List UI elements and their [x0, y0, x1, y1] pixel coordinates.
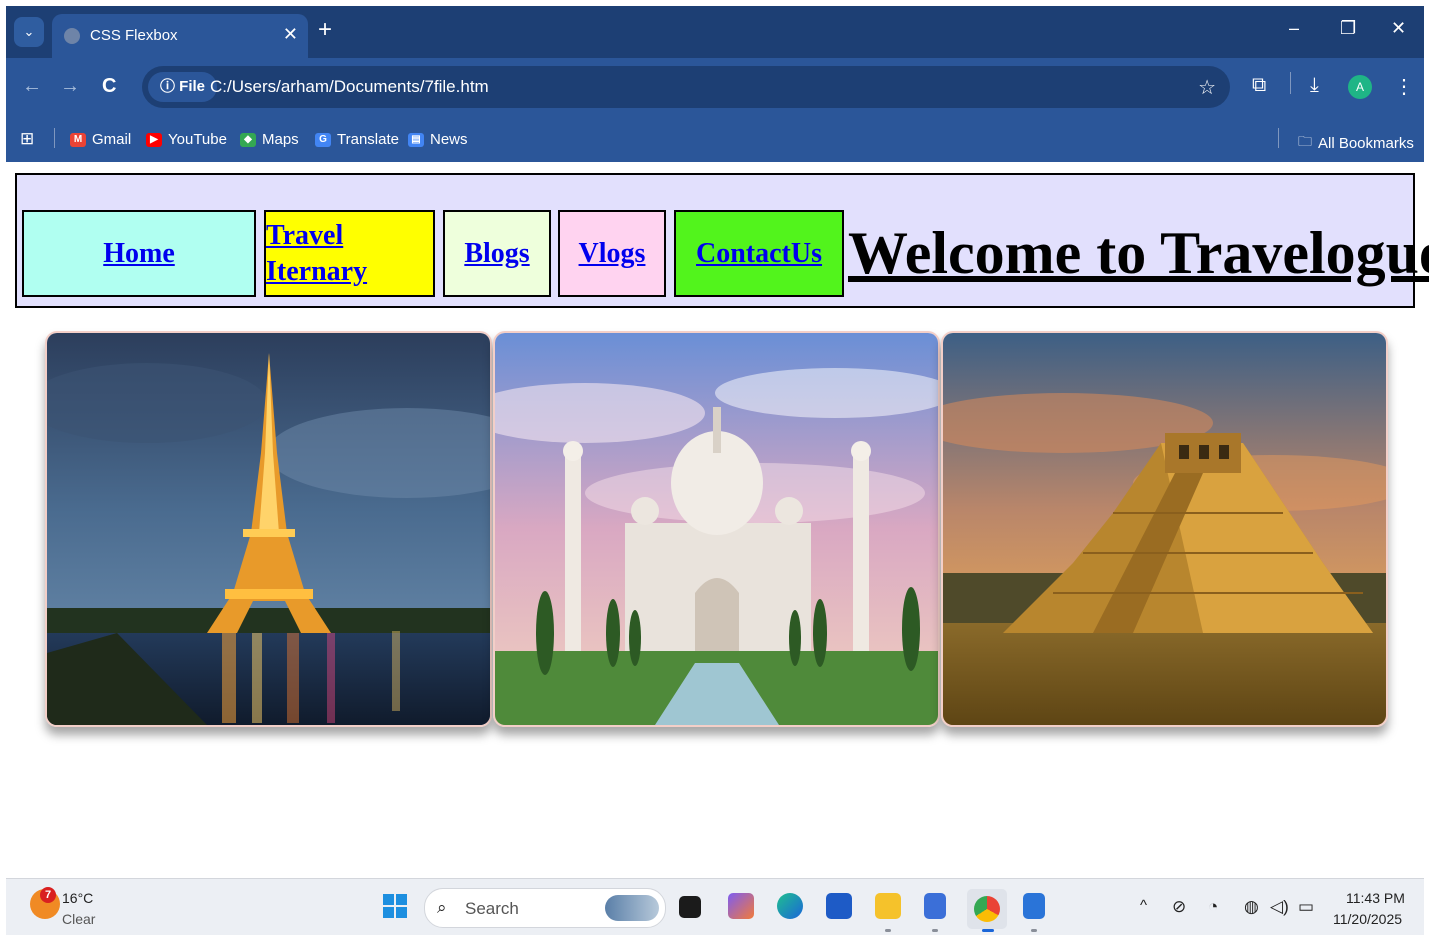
active-tab[interactable]: CSS Flexbox ✕: [52, 14, 308, 58]
nav-travel-itinerary[interactable]: Travel Iternary: [264, 210, 435, 297]
app-running-indicator: [885, 929, 891, 932]
browser-toolbar: ← → C ⓘ File C:/Users/arham/Documents/7f…: [6, 58, 1424, 116]
nav-blogs-link[interactable]: Blogs: [464, 238, 529, 270]
store-icon[interactable]: [826, 893, 852, 919]
taj-mahal-image: [495, 333, 938, 725]
page-title: Welcome to Travelogue!!: [848, 220, 1429, 286]
bookmarks-bar: ⊞ M Gmail ▶ YouTube ◆ Maps G Translate ▤ News 🗀 A…: [6, 116, 1424, 162]
nav-home-link[interactable]: Home: [103, 238, 175, 270]
sync-off-icon[interactable]: ⊘: [1172, 897, 1186, 917]
eiffel-tower-image: [47, 333, 490, 725]
battery-icon[interactable]: ▭: [1298, 897, 1314, 917]
restore-button[interactable]: ❐: [1340, 18, 1356, 39]
site-info-chip[interactable]: ⓘ File: [148, 72, 218, 102]
news-icon: ▤: [408, 132, 424, 147]
copilot-icon[interactable]: [728, 893, 754, 919]
extensions-icon[interactable]: ⧉: [1252, 74, 1266, 97]
bookmark-gmail[interactable]: M Gmail: [70, 131, 131, 148]
forward-button[interactable]: →: [60, 76, 80, 96]
bookmarks-divider: [54, 128, 55, 148]
search-highlight-image: [605, 895, 659, 921]
download-icon[interactable]: ⤓: [1310, 74, 1319, 97]
all-bookmarks-button[interactable]: 🗀 All Bookmarks: [1298, 131, 1414, 155]
bookmark-translate[interactable]: G Translate: [315, 131, 399, 148]
nav-vlogs-link[interactable]: Vlogs: [579, 238, 646, 270]
all-bookmarks-label: All Bookmarks: [1318, 134, 1414, 152]
taj-mahal-card: [493, 331, 940, 727]
address-bar[interactable]: ⓘ File C:/Users/arham/Documents/7file.ht…: [142, 66, 1230, 108]
nav-travel-link[interactable]: Travel Iternary: [266, 218, 406, 290]
app-active-indicator: [982, 929, 994, 932]
app-running-indicator: [932, 929, 938, 932]
back-button[interactable]: ←: [22, 76, 42, 96]
globe-icon: [64, 28, 80, 44]
apps-grid-icon[interactable]: ⊞: [20, 129, 34, 149]
tab-title: CSS Flexbox: [90, 27, 178, 44]
maps-icon: ◆: [240, 132, 256, 147]
edge-icon[interactable]: [777, 893, 803, 919]
bookmark-maps[interactable]: ◆ Maps: [240, 131, 299, 148]
chichen-itza-pyramid-image: [943, 333, 1386, 725]
eiffel-tower-card: [45, 331, 492, 727]
search-label: Search: [465, 899, 519, 918]
chichen-itza-card: [941, 331, 1388, 727]
nav-home[interactable]: Home: [22, 210, 256, 297]
chrome-icon: [974, 896, 1000, 922]
volume-icon[interactable]: ◁): [1270, 897, 1289, 917]
browser-window: ⌄ CSS Flexbox ✕ + – ❐ ✕ ← → C ⓘ File C:/…: [6, 6, 1424, 162]
show-hidden-icons-chevron[interactable]: ^: [1140, 897, 1147, 914]
profile-avatar[interactable]: A: [1348, 75, 1372, 99]
nav-vlogs[interactable]: Vlogs: [558, 210, 666, 297]
notepad-icon[interactable]: [924, 893, 946, 919]
weather-badge: 7: [40, 887, 56, 903]
menu-icon[interactable]: ⋮: [1394, 74, 1414, 99]
bookmark-label: Translate: [337, 131, 399, 148]
site-header: Home Travel Iternary Blogs Vlogs Contact…: [15, 173, 1429, 308]
close-window-button[interactable]: ✕: [1391, 18, 1406, 39]
app-running-indicator: [1031, 929, 1037, 932]
folder-icon: 🗀: [1298, 133, 1312, 149]
bookmarks-divider: [1278, 128, 1279, 148]
tab-search-button[interactable]: ⌄: [14, 17, 44, 47]
bookmark-news[interactable]: ▤ News: [408, 131, 468, 148]
weather-temperature[interactable]: 16°C: [62, 890, 93, 906]
windows-taskbar: 7 16°C Clear ⌕ Search ^ ⊘ ◔ ◍ ◁) ▭ 11:43…: [6, 878, 1424, 935]
clock-time[interactable]: 11:43 PM: [1346, 890, 1405, 906]
reload-button[interactable]: C: [102, 76, 116, 96]
file-explorer-icon[interactable]: [875, 893, 901, 919]
windows-start-icon[interactable]: [383, 894, 407, 918]
copilot-tray-icon[interactable]: ◔: [1208, 897, 1218, 917]
search-icon: ⌕: [437, 898, 447, 917]
toolbar-divider: [1290, 72, 1291, 94]
bookmark-label: Gmail: [92, 131, 132, 148]
bookmark-youtube[interactable]: ▶ YouTube: [146, 131, 227, 148]
weather-condition[interactable]: Clear: [62, 911, 95, 927]
tab-close-button[interactable]: ✕: [283, 24, 298, 45]
nav-blogs[interactable]: Blogs: [443, 210, 551, 297]
url-text[interactable]: C:/Users/arham/Documents/7file.htm: [210, 77, 489, 97]
network-icon[interactable]: ◍: [1244, 897, 1259, 917]
bookmark-star-icon[interactable]: ☆: [1198, 75, 1216, 100]
translate-icon: G: [315, 132, 331, 147]
tab-strip: ⌄ CSS Flexbox ✕ + – ❐ ✕: [6, 6, 1424, 58]
new-tab-button[interactable]: +: [318, 17, 332, 43]
nav-contactus[interactable]: ContactUs: [674, 210, 844, 297]
nav-contact-link[interactable]: ContactUs: [696, 238, 822, 270]
taskbar-search[interactable]: ⌕ Search: [424, 888, 666, 928]
gmail-icon: M: [70, 132, 86, 147]
bookmark-label: News: [430, 131, 468, 148]
task-view-icon[interactable]: [679, 896, 701, 918]
docs-icon[interactable]: [1023, 893, 1045, 919]
clock-date[interactable]: 11/20/2025: [1333, 911, 1402, 927]
minimize-button[interactable]: –: [1289, 18, 1299, 39]
bookmark-label: Maps: [262, 131, 299, 148]
bookmark-label: YouTube: [168, 131, 227, 148]
youtube-icon: ▶: [146, 132, 162, 147]
